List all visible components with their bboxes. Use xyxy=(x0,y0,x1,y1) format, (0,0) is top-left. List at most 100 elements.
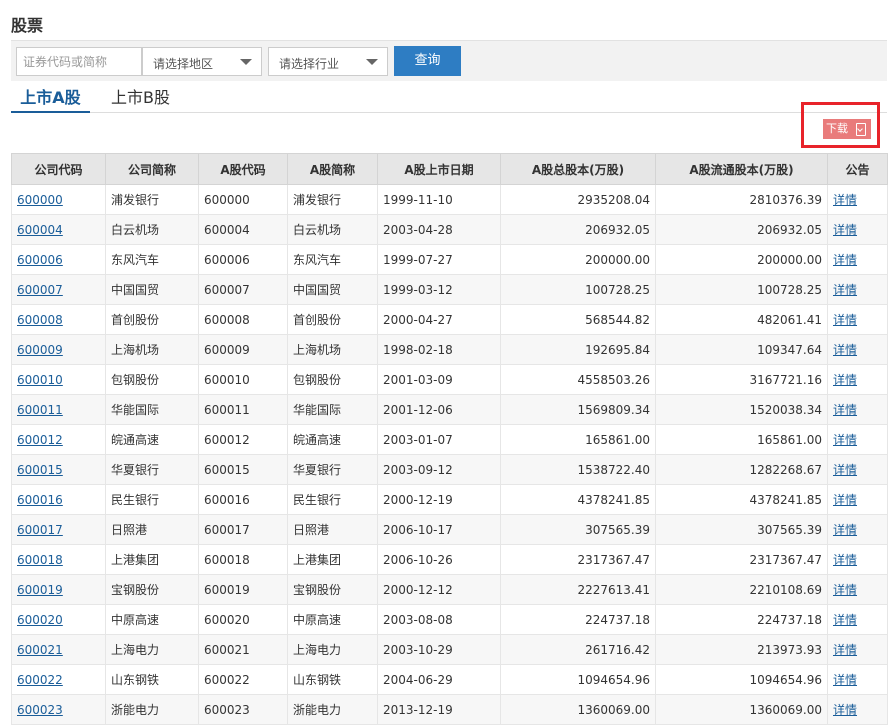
company-code-link[interactable]: 600011 xyxy=(17,403,63,417)
detail-link[interactable]: 详情 xyxy=(833,553,857,567)
company-code-link[interactable]: 600021 xyxy=(17,643,63,657)
header-a-name: A股简称 xyxy=(287,153,378,185)
table-row: 600016 民生银行 600016 民生银行 2000-12-19 4378241.85… xyxy=(11,484,888,515)
cell-float-shares: 1282268.67 xyxy=(655,454,828,485)
cell-company-name: 东风汽车 xyxy=(105,244,199,275)
detail-link[interactable]: 详情 xyxy=(833,253,857,267)
detail-link[interactable]: 详情 xyxy=(833,583,857,597)
tab-b-shares[interactable]: 上市B股 xyxy=(111,87,170,111)
cell-detail-link: 详情 xyxy=(827,664,888,695)
cell-float-shares: 2317367.47 xyxy=(655,544,828,575)
cell-company-code-link: 600012 xyxy=(11,424,106,455)
table-row: 600020 中原高速 600020 中原高速 2003-08-08 224737.18 2… xyxy=(11,604,888,635)
cell-company-name: 日照港 xyxy=(105,514,199,545)
detail-link[interactable]: 详情 xyxy=(833,313,857,327)
cell-detail-link: 详情 xyxy=(827,334,888,365)
cell-detail-link: 详情 xyxy=(827,394,888,425)
company-code-link[interactable]: 600000 xyxy=(17,193,63,207)
detail-link[interactable]: 详情 xyxy=(833,643,857,657)
cell-detail-link: 详情 xyxy=(827,634,888,665)
cell-a-share-name: 华能国际 xyxy=(287,394,378,425)
cell-company-name: 上海电力 xyxy=(105,634,199,665)
cell-float-shares: 224737.18 xyxy=(655,604,828,635)
cell-company-code-link: 600021 xyxy=(11,634,106,665)
cell-a-share-code: 600019 xyxy=(198,574,288,605)
cell-company-code-link: 600023 xyxy=(11,694,106,725)
company-code-link[interactable]: 600019 xyxy=(17,583,63,597)
company-code-link[interactable]: 600018 xyxy=(17,553,63,567)
cell-total-shares: 4558503.26 xyxy=(500,364,656,395)
header-company-code: 公司代码 xyxy=(11,153,106,185)
detail-link[interactable]: 详情 xyxy=(833,703,857,717)
cell-company-name: 中原高速 xyxy=(105,604,199,635)
cell-listing-date: 2004-06-29 xyxy=(377,664,501,695)
company-code-link[interactable]: 600007 xyxy=(17,283,63,297)
cell-a-share-code: 600004 xyxy=(198,214,288,245)
company-code-link[interactable]: 600016 xyxy=(17,493,63,507)
cell-detail-link: 详情 xyxy=(827,244,888,275)
cell-company-code-link: 600017 xyxy=(11,514,106,545)
header-listing-date: A股上市日期 xyxy=(377,153,501,185)
table-row: 600006 东风汽车 600006 东风汽车 1999-07-27 200000.00 2… xyxy=(11,244,888,275)
company-code-link[interactable]: 600015 xyxy=(17,463,63,477)
cell-detail-link: 详情 xyxy=(827,484,888,515)
download-button[interactable]: 下载 xyxy=(823,119,871,139)
industry-select[interactable]: 请选择行业 xyxy=(268,47,388,76)
company-code-link[interactable]: 600012 xyxy=(17,433,63,447)
cell-a-share-code: 600015 xyxy=(198,454,288,485)
company-code-link[interactable]: 600009 xyxy=(17,343,63,357)
cell-detail-link: 详情 xyxy=(827,694,888,725)
detail-link[interactable]: 详情 xyxy=(833,463,857,477)
cell-float-shares: 307565.39 xyxy=(655,514,828,545)
cell-listing-date: 2006-10-17 xyxy=(377,514,501,545)
cell-a-share-name: 民生银行 xyxy=(287,484,378,515)
detail-link[interactable]: 详情 xyxy=(833,403,857,417)
cell-listing-date: 2003-04-28 xyxy=(377,214,501,245)
company-code-link[interactable]: 600006 xyxy=(17,253,63,267)
cell-float-shares: 213973.93 xyxy=(655,634,828,665)
tab-a-shares[interactable]: 上市A股 xyxy=(11,87,90,113)
cell-listing-date: 2006-10-26 xyxy=(377,544,501,575)
page-title: 股票 xyxy=(11,16,44,35)
detail-link[interactable]: 详情 xyxy=(833,523,857,537)
cell-a-share-name: 华夏银行 xyxy=(287,454,378,485)
detail-link[interactable]: 详情 xyxy=(833,223,857,237)
cell-company-code-link: 600008 xyxy=(11,304,106,335)
cell-a-share-name: 中原高速 xyxy=(287,604,378,635)
detail-link[interactable]: 详情 xyxy=(833,493,857,507)
query-button[interactable]: 查询 xyxy=(394,46,461,76)
detail-link[interactable]: 详情 xyxy=(833,673,857,687)
detail-link[interactable]: 详情 xyxy=(833,613,857,627)
cell-total-shares: 200000.00 xyxy=(500,244,656,275)
detail-link[interactable]: 详情 xyxy=(833,343,857,357)
cell-a-share-code: 600012 xyxy=(198,424,288,455)
cell-company-name: 华夏银行 xyxy=(105,454,199,485)
cell-a-share-name: 皖通高速 xyxy=(287,424,378,455)
company-code-link[interactable]: 600017 xyxy=(17,523,63,537)
cell-a-share-code: 600006 xyxy=(198,244,288,275)
company-code-link[interactable]: 600004 xyxy=(17,223,63,237)
cell-a-share-code: 600008 xyxy=(198,304,288,335)
download-icon xyxy=(856,123,866,136)
cell-company-code-link: 600022 xyxy=(11,664,106,695)
cell-total-shares: 2227613.41 xyxy=(500,574,656,605)
cell-company-code-link: 600007 xyxy=(11,274,106,305)
cell-a-share-code: 600023 xyxy=(198,694,288,725)
cell-a-share-name: 上海电力 xyxy=(287,634,378,665)
company-code-link[interactable]: 600008 xyxy=(17,313,63,327)
company-code-link[interactable]: 600022 xyxy=(17,673,63,687)
table-row: 600022 山东钢铁 600022 山东钢铁 2004-06-29 1094654.96… xyxy=(11,664,888,695)
cell-a-share-name: 日照港 xyxy=(287,514,378,545)
company-code-link[interactable]: 600023 xyxy=(17,703,63,717)
download-label: 下载 xyxy=(826,122,848,135)
cell-company-name: 皖通高速 xyxy=(105,424,199,455)
company-code-link[interactable]: 600010 xyxy=(17,373,63,387)
header-announcement: 公告 xyxy=(827,153,888,185)
detail-link[interactable]: 详情 xyxy=(833,193,857,207)
company-code-link[interactable]: 600020 xyxy=(17,613,63,627)
detail-link[interactable]: 详情 xyxy=(833,433,857,447)
search-input[interactable] xyxy=(16,47,142,76)
detail-link[interactable]: 详情 xyxy=(833,283,857,297)
detail-link[interactable]: 详情 xyxy=(833,373,857,387)
region-select[interactable]: 请选择地区 xyxy=(142,47,262,76)
